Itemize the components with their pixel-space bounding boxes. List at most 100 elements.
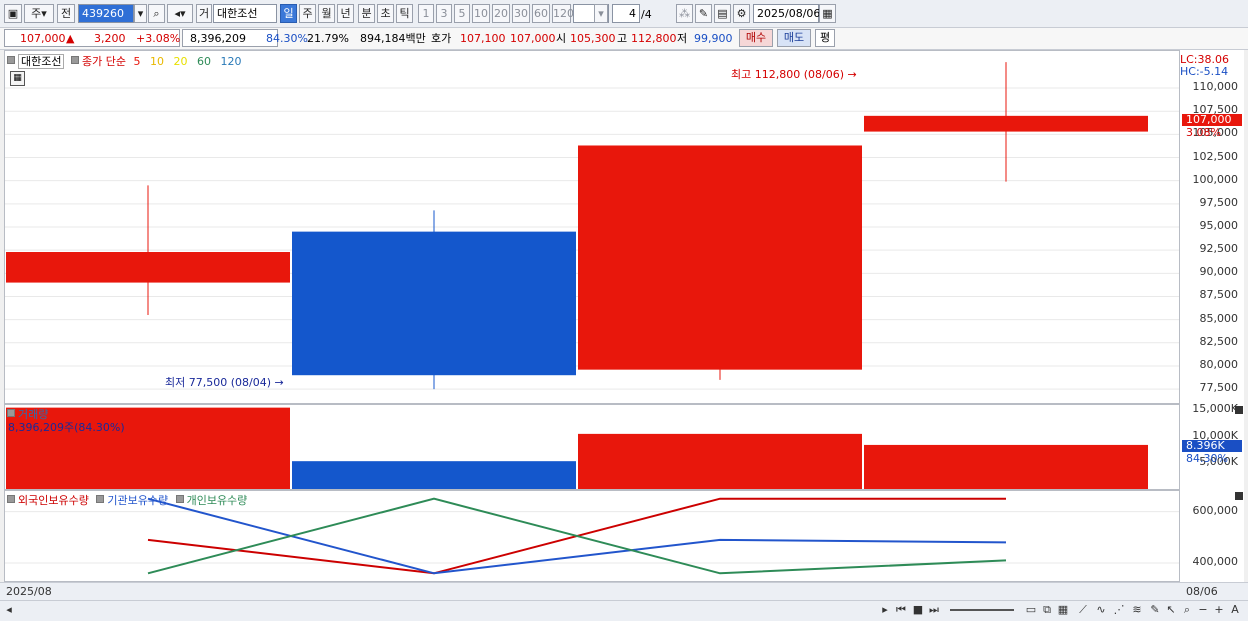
tab-tick[interactable]: 틱 [396, 4, 413, 23]
search-icon[interactable]: ⌕ [148, 4, 165, 23]
current-price: 107,000 [20, 32, 66, 45]
legend-foreign: 외국인보유수량 [18, 494, 89, 507]
volume-note: 8,396,209주(84.30%) [8, 421, 125, 434]
price-tick-label: 100,000 [1192, 172, 1239, 186]
zoom-icon[interactable]: ⌕ [1180, 602, 1194, 617]
stock-label: 대한조선 [18, 54, 65, 69]
avg-button[interactable]: 평 [815, 29, 835, 47]
ma-20-label: 20 [173, 55, 188, 68]
tab-second[interactable]: 초 [377, 4, 394, 23]
scroll-left-icon[interactable]: ◂ [2, 602, 16, 617]
price-tick-label: 90,000 [1199, 265, 1239, 279]
candle-body [292, 231, 576, 376]
last-volume-label: 8.396K [1186, 439, 1225, 452]
toolbar: ▣ 주▾ 전 439260 ▾ ⌕ ◂▾ 거 대한조선 일 주 월 년 분 초 … [0, 0, 1248, 28]
calendar-icon[interactable]: ▦ [819, 4, 836, 23]
window-icon[interactable]: ▣ [4, 4, 22, 23]
price-panel[interactable]: 대한조선 종가 단순 5 10 20 60 120 ▦ 최고 112,800 (… [4, 50, 1180, 404]
rewind-icon[interactable]: ⏮ [894, 602, 908, 617]
ma-5-label: 5 [133, 55, 141, 68]
price-legend: 대한조선 종가 단순 5 10 20 60 120 [7, 53, 241, 69]
fib-tool-icon[interactable]: ≋ [1130, 602, 1144, 617]
grid-icon[interactable]: ▦ [1056, 602, 1070, 617]
draw-tool-icon[interactable]: ✎ [1148, 602, 1162, 617]
high-label: 고 [617, 32, 628, 45]
tab-month[interactable]: 월 [318, 4, 335, 23]
high-price: 112,800 [631, 32, 677, 45]
price-change: 3,200 [94, 32, 126, 45]
text-tool-icon[interactable]: A [1228, 602, 1242, 617]
plus-icon[interactable]: + [1212, 602, 1226, 617]
indicator-icon[interactable]: ⁂ [676, 4, 693, 23]
legend-marker [70, 56, 79, 64]
trend-tool-icon[interactable]: ⋰ [1112, 602, 1126, 617]
period-type-select[interactable]: 주▾ [24, 4, 54, 23]
max-price-note: 최고 112,800 (08/06) → [731, 66, 857, 82]
price-tick-label: 102,500 [1192, 149, 1239, 163]
interval-3[interactable]: 3 [436, 4, 452, 23]
trade-amount: 894,184백만 [360, 32, 426, 45]
close-icon[interactable] [1235, 492, 1243, 500]
forward-icon[interactable]: ⏭ [927, 602, 941, 617]
code-input[interactable]: 439260 [78, 4, 134, 23]
tab-day[interactable]: 일 [280, 4, 297, 23]
prev-button[interactable]: 전 [57, 4, 75, 23]
interval-1[interactable]: 1 [418, 4, 434, 23]
bid-label: 호가 [431, 32, 452, 45]
price-axis: LC:38.06 HC:-5.14 110,000 107,500 105,000 1… [1180, 50, 1244, 404]
sell-button[interactable]: 매도 [777, 29, 811, 47]
price-tick-label: 82,500 [1199, 334, 1239, 348]
zoom-slider[interactable] [950, 609, 1014, 611]
volume-axis: 15,000K 10,000K 5,000K 8.396K 84.30% [1180, 402, 1244, 490]
interval-60[interactable]: 60 [532, 4, 550, 23]
scroll-right-icon[interactable]: ▸ [878, 602, 892, 617]
code-dropdown-icon[interactable]: ▾ [134, 4, 147, 23]
gear-icon[interactable]: ⚙ [733, 4, 750, 23]
min-price-text: 최저 77,500 (08/04) [165, 376, 272, 389]
legend-marker [7, 409, 15, 417]
save-icon[interactable]: ▤ [714, 4, 731, 23]
candlestick-chart[interactable] [5, 51, 1179, 403]
price-tick-label: 92,500 [1199, 242, 1239, 256]
price-tick-label: 87,500 [1199, 288, 1239, 302]
volume-bar [578, 433, 862, 489]
price-change-pct: +3.08% [136, 32, 181, 45]
split-icon[interactable]: ⧉ [1040, 602, 1054, 617]
volume-tick-label: 15,000K [1192, 402, 1238, 416]
interval-dropdown-icon[interactable]: ▾ [594, 4, 608, 23]
cursor-icon[interactable]: ↖ [1164, 602, 1178, 617]
interval-30[interactable]: 30 [512, 4, 530, 23]
buy-button[interactable]: 매수 [739, 29, 773, 47]
table-icon[interactable]: ▦ [10, 71, 25, 86]
window-icon[interactable]: ▭ [1024, 602, 1038, 617]
legend-institution: 기관보유수량 [107, 494, 169, 507]
right-arrow-icon: → [274, 376, 284, 389]
min-price-note: 최저 77,500 (08/04) → [165, 374, 284, 390]
ma-10-label: 10 [149, 55, 164, 68]
draw-icon[interactable]: ✎ [695, 4, 712, 23]
line-tool-icon[interactable]: ⟋ [1076, 602, 1090, 617]
wave-tool-icon[interactable]: ∿ [1094, 602, 1108, 617]
stop-icon[interactable]: ■ [911, 602, 925, 617]
interval-20[interactable]: 20 [492, 4, 510, 23]
stock-name-field[interactable]: 대한조선 [213, 4, 277, 23]
tab-year[interactable]: 년 [337, 4, 354, 23]
sound-icon[interactable]: ◂▾ [167, 4, 193, 23]
holding-panel[interactable]: 외국인보유수량 기관보유수량 개인보유수량 [4, 490, 1180, 582]
page-input[interactable]: 4 [612, 4, 640, 23]
interval-120[interactable]: 120 [552, 4, 574, 23]
date-input[interactable]: 2025/08/06 [753, 4, 820, 23]
max-price-text: 최고 112,800 (08/06) [731, 68, 845, 81]
candle-body [864, 115, 1148, 132]
minus-icon[interactable]: − [1196, 602, 1210, 617]
volume-panel[interactable]: 거래량 8,396,209주(84.30%) [4, 404, 1180, 490]
interval-10[interactable]: 10 [472, 4, 490, 23]
tab-minute[interactable]: 분 [358, 4, 375, 23]
ma-label: 종가 단순 [81, 55, 126, 68]
tab-week[interactable]: 주 [299, 4, 316, 23]
open-price: 105,300 [570, 32, 616, 45]
volume-chart[interactable] [5, 405, 1179, 489]
low-price: 99,900 [694, 32, 733, 45]
open-label: 시 [556, 32, 567, 45]
interval-5[interactable]: 5 [454, 4, 470, 23]
